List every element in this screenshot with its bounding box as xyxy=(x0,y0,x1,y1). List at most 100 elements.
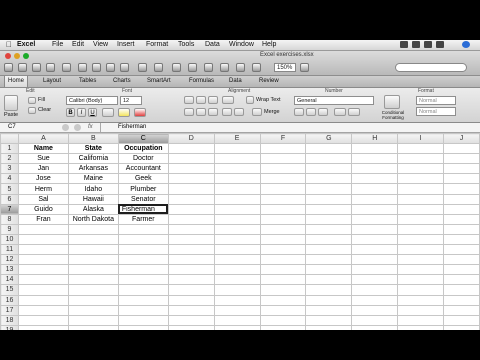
cell[interactable] xyxy=(443,244,480,256)
cell[interactable] xyxy=(397,284,445,296)
cell[interactable] xyxy=(397,183,445,195)
cell[interactable] xyxy=(351,304,399,316)
cell[interactable] xyxy=(351,233,399,246)
italic-button[interactable]: I xyxy=(77,108,86,117)
cell[interactable] xyxy=(305,244,353,256)
cell[interactable] xyxy=(443,233,480,246)
cell[interactable] xyxy=(305,223,353,235)
cell[interactable]: Name xyxy=(17,143,69,155)
tab-home[interactable]: Home xyxy=(4,76,29,87)
menu-app-name[interactable]: Excel xyxy=(17,40,35,50)
select-all-corner[interactable] xyxy=(0,132,19,145)
cell[interactable] xyxy=(213,153,261,165)
menu-view[interactable]: View xyxy=(93,40,108,50)
align-bottom-icon[interactable] xyxy=(208,96,218,104)
formula-value[interactable]: Fisherman xyxy=(118,123,146,132)
cell[interactable] xyxy=(305,153,353,165)
cell[interactable] xyxy=(397,153,445,165)
cell[interactable] xyxy=(213,254,261,266)
cell[interactable] xyxy=(259,153,307,165)
tab-formulas[interactable]: Formulas xyxy=(186,76,217,87)
cell[interactable] xyxy=(213,183,261,195)
cell[interactable] xyxy=(443,203,480,215)
cell[interactable] xyxy=(213,274,261,286)
cell[interactable] xyxy=(167,163,215,175)
cell[interactable]: California xyxy=(67,153,119,165)
cell[interactable] xyxy=(351,163,399,175)
wrap-text-button[interactable]: Wrap Text xyxy=(256,97,281,103)
paste-button[interactable] xyxy=(4,95,18,111)
tab-charts[interactable]: Charts xyxy=(110,76,134,87)
tab-review[interactable]: Review xyxy=(256,76,282,87)
row-header[interactable]: 7 xyxy=(0,203,19,215)
cell[interactable] xyxy=(167,294,215,306)
cell[interactable] xyxy=(117,304,169,316)
column-header-g[interactable]: G xyxy=(305,132,353,145)
apple-icon[interactable]:  xyxy=(6,40,12,50)
fill-color-icon[interactable] xyxy=(118,108,130,117)
cut-icon[interactable] xyxy=(78,63,87,72)
cell[interactable] xyxy=(443,223,480,235)
cell[interactable] xyxy=(443,163,480,175)
cell[interactable] xyxy=(305,183,353,195)
cell[interactable] xyxy=(17,284,69,296)
cell[interactable] xyxy=(167,193,215,205)
cell[interactable] xyxy=(351,284,399,296)
column-header-a[interactable]: A xyxy=(17,132,69,145)
cell[interactable] xyxy=(259,183,307,195)
merge-icon[interactable] xyxy=(252,108,262,116)
cell[interactable] xyxy=(443,143,480,155)
cell[interactable]: Alaska xyxy=(67,203,119,215)
orientation-icon[interactable] xyxy=(222,96,234,104)
cell[interactable] xyxy=(67,254,119,266)
currency-icon[interactable] xyxy=(294,108,304,116)
cell[interactable] xyxy=(351,183,399,195)
cell[interactable] xyxy=(397,254,445,266)
cell[interactable] xyxy=(305,163,353,175)
cell[interactable] xyxy=(443,294,480,306)
cell[interactable] xyxy=(67,223,119,235)
cell[interactable] xyxy=(305,254,353,266)
column-header-d[interactable]: D xyxy=(167,132,215,145)
cell[interactable] xyxy=(213,173,261,185)
cell[interactable] xyxy=(443,304,480,316)
cell[interactable] xyxy=(17,244,69,256)
wrap-text-icon[interactable] xyxy=(246,96,254,104)
name-box[interactable]: C7 xyxy=(8,123,38,132)
cell[interactable] xyxy=(351,274,399,286)
row-header[interactable]: 1 xyxy=(0,143,19,155)
clear-button[interactable]: Clear xyxy=(38,107,51,113)
cell[interactable] xyxy=(213,213,261,225)
clear-icon[interactable] xyxy=(28,107,36,114)
cell[interactable] xyxy=(17,274,69,286)
menu-tools[interactable]: Tools xyxy=(178,40,194,50)
row-header[interactable]: 16 xyxy=(0,294,19,306)
menu-format[interactable]: Format xyxy=(146,40,168,50)
row-header[interactable]: 19 xyxy=(0,324,19,330)
style-normal-2[interactable]: Normal xyxy=(416,107,456,116)
cell[interactable] xyxy=(213,264,261,276)
cell[interactable] xyxy=(259,274,307,286)
number-format-field[interactable]: General xyxy=(294,96,374,105)
underline-button[interactable]: U xyxy=(88,108,97,117)
align-center-icon[interactable] xyxy=(196,108,206,116)
cell[interactable] xyxy=(351,223,399,235)
cell[interactable] xyxy=(305,143,353,155)
cell[interactable] xyxy=(443,193,480,205)
minimize-window-icon[interactable] xyxy=(14,53,20,59)
cell[interactable] xyxy=(213,233,261,246)
cell[interactable] xyxy=(213,284,261,296)
percent-icon[interactable] xyxy=(306,108,316,116)
row-header[interactable]: 5 xyxy=(0,183,19,195)
cell[interactable] xyxy=(117,223,169,235)
cell[interactable] xyxy=(305,203,353,215)
menu-data[interactable]: Data xyxy=(205,40,220,50)
cell[interactable]: Farmer xyxy=(117,213,169,225)
row-header[interactable]: 18 xyxy=(0,314,19,326)
cell[interactable] xyxy=(167,324,215,330)
wifi-icon[interactable] xyxy=(412,41,420,48)
cell[interactable]: Hawaii xyxy=(67,193,119,205)
cell[interactable] xyxy=(397,274,445,286)
cell[interactable] xyxy=(443,314,480,326)
cell[interactable] xyxy=(117,314,169,326)
